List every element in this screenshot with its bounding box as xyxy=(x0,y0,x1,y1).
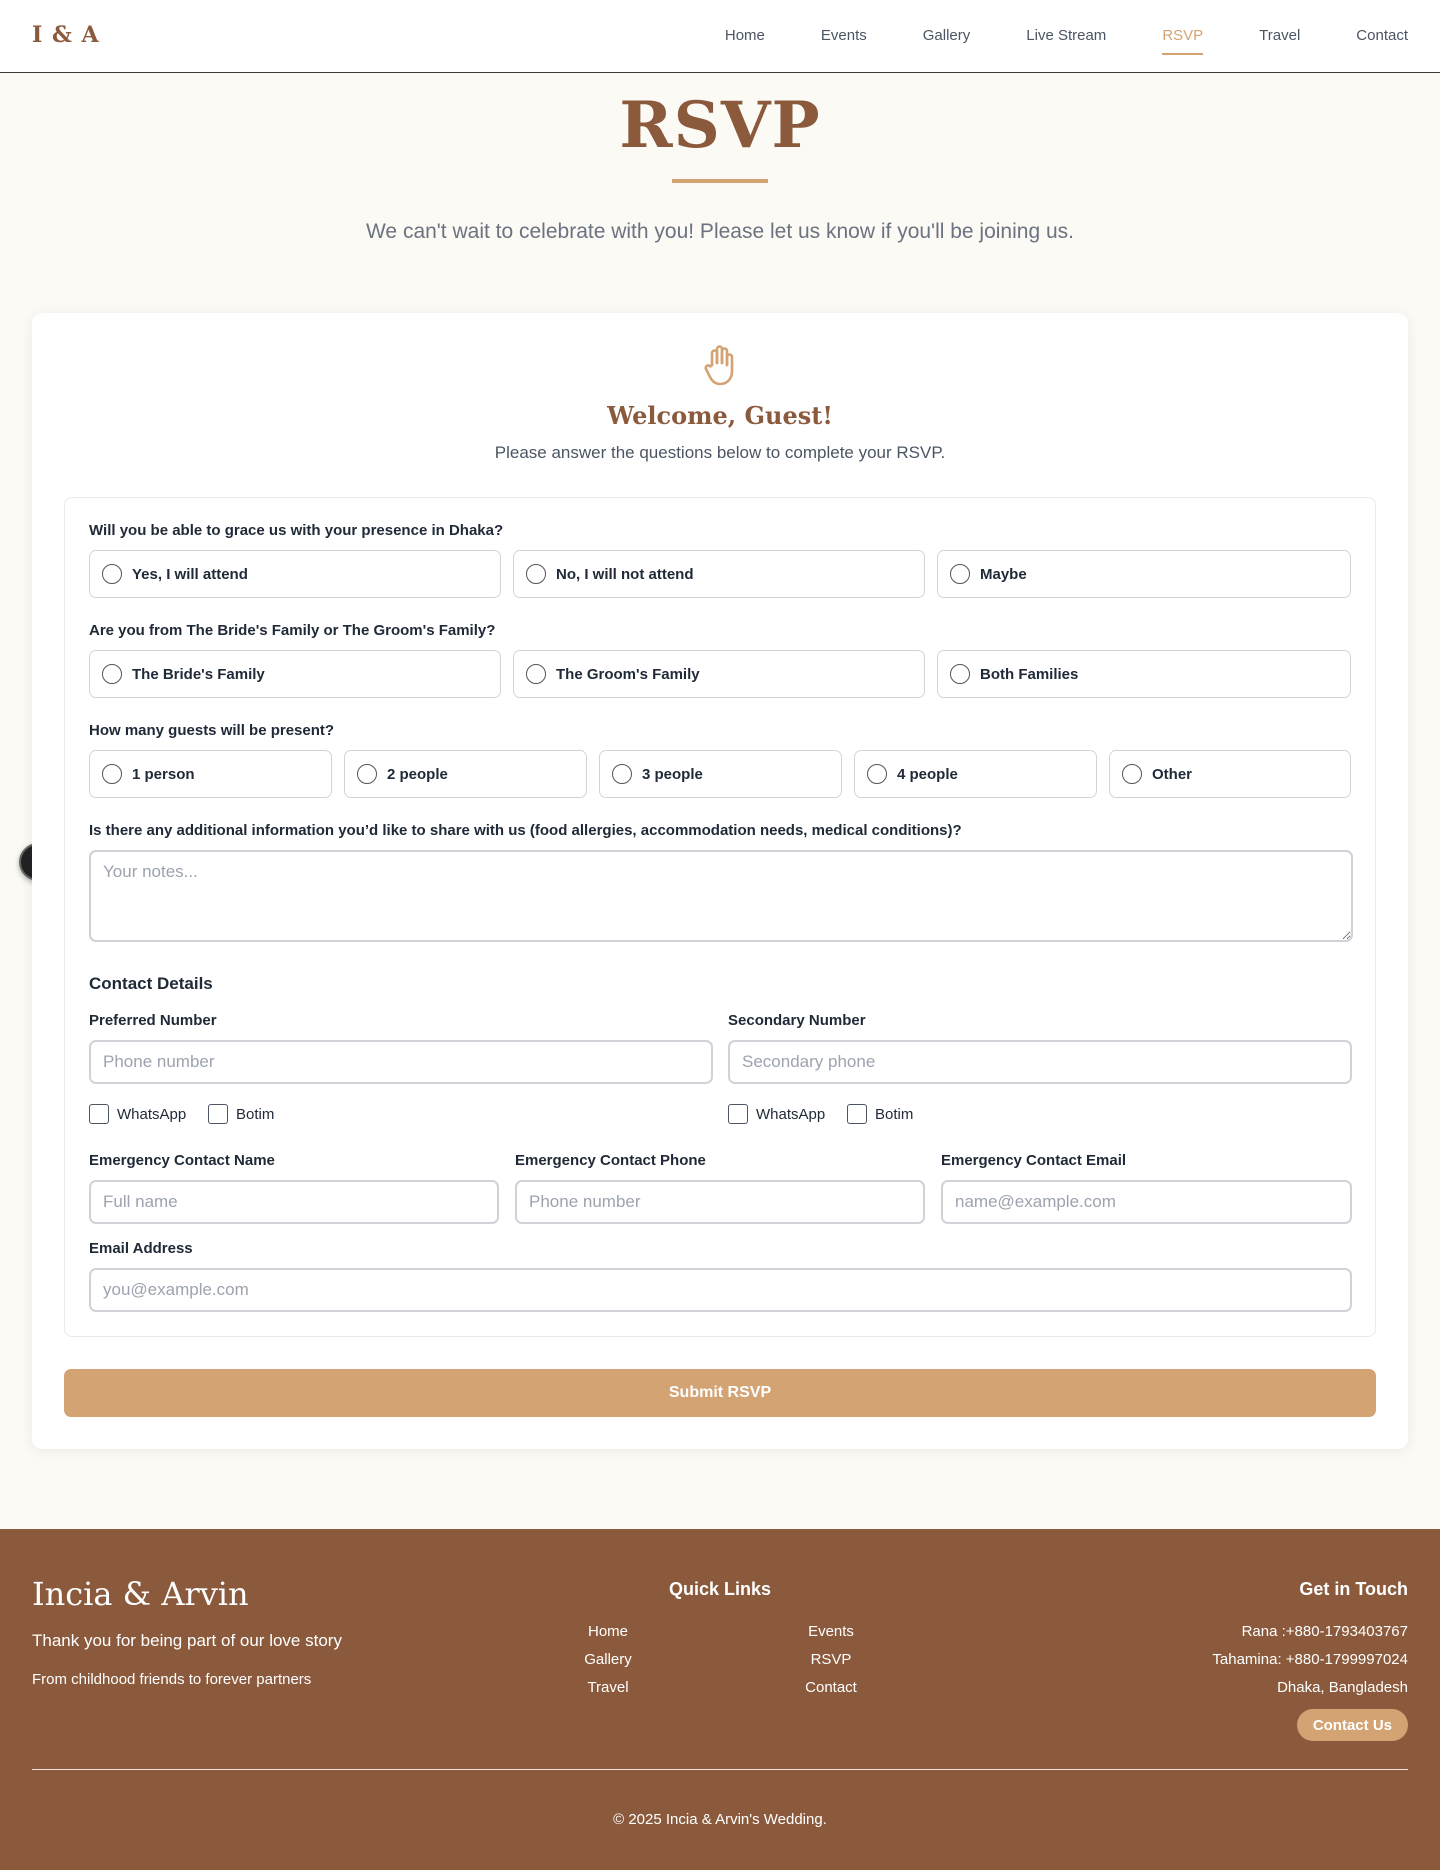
footer-link-events[interactable]: Events xyxy=(771,1623,891,1640)
option-label: 3 people xyxy=(642,765,703,783)
attend-option-no[interactable]: No, I will not attend xyxy=(513,550,925,598)
main-nav: Home Events Gallery Live Stream RSVP Tra… xyxy=(669,0,1408,72)
checkbox-label: WhatsApp xyxy=(756,1105,826,1123)
copyright-text: © 2025 Incia & Arvin's Wedding. xyxy=(613,1811,827,1828)
nav-travel[interactable]: Travel xyxy=(1259,0,1300,72)
secondary-whatsapp-checkbox[interactable]: WhatsApp xyxy=(728,1104,825,1124)
nav-gallery[interactable]: Gallery xyxy=(923,0,971,72)
welcome-instructions: Please answer the questions below to com… xyxy=(494,443,946,462)
option-label: No, I will not attend xyxy=(556,565,694,583)
option-label: 4 people xyxy=(897,765,958,783)
option-label: Both Families xyxy=(980,665,1079,683)
rsvp-form: Will you be able to grace us with your p… xyxy=(64,497,1376,1337)
contact-details-heading: Contact Details xyxy=(89,974,213,993)
family-option-groom[interactable]: The Groom's Family xyxy=(513,650,925,698)
option-label: Maybe xyxy=(980,565,1027,583)
site-header: I & A Home Events Gallery Live Stream RS… xyxy=(0,0,1440,73)
notes-textarea[interactable] xyxy=(89,850,1353,942)
footer-tagline-secondary: From childhood friends to forever partne… xyxy=(32,1671,312,1688)
checkbox-box[interactable] xyxy=(728,1104,748,1124)
page-title: RSVP xyxy=(619,88,821,163)
contact-phone-tahamina: Tahamina: +880-1799997024 xyxy=(1212,1651,1408,1668)
attend-question: Will you be able to grace us with your p… xyxy=(89,522,504,539)
secondary-number-label: Secondary Number xyxy=(728,1012,866,1029)
guests-option-2[interactable]: 2 people xyxy=(344,750,587,798)
emergency-name-label: Emergency Contact Name xyxy=(89,1152,275,1169)
option-label: 2 people xyxy=(387,765,448,783)
title-divider xyxy=(672,179,768,183)
family-option-bride[interactable]: The Bride's Family xyxy=(89,650,501,698)
quick-links-heading: Quick Links xyxy=(668,1579,772,1599)
preferred-whatsapp-checkbox[interactable]: WhatsApp xyxy=(89,1104,186,1124)
welcome-heading: Welcome, Guest! xyxy=(607,401,833,430)
contact-us-button[interactable]: Contact Us xyxy=(1296,1709,1408,1741)
attend-option-maybe[interactable]: Maybe xyxy=(937,550,1351,598)
preferred-number-input[interactable] xyxy=(89,1040,713,1084)
site-footer: Incia & Arvin Thank you for being part o… xyxy=(0,1529,1440,1870)
rsvp-card: Welcome, Guest! Please answer the questi… xyxy=(32,313,1408,1449)
contact-location: Dhaka, Bangladesh xyxy=(1277,1679,1408,1696)
nav-live-stream[interactable]: Live Stream xyxy=(1026,0,1106,72)
option-label: The Bride's Family xyxy=(132,665,265,683)
option-label: Other xyxy=(1152,765,1193,783)
radio-circle[interactable] xyxy=(950,564,970,584)
preferred-botim-checkbox[interactable]: Botim xyxy=(208,1104,274,1124)
emergency-phone-label: Emergency Contact Phone xyxy=(515,1152,706,1169)
radio-circle[interactable] xyxy=(526,664,546,684)
option-label: The Groom's Family xyxy=(556,665,700,683)
footer-link-travel[interactable]: Travel xyxy=(548,1679,668,1696)
nav-events[interactable]: Events xyxy=(821,0,867,72)
checkbox-label: WhatsApp xyxy=(117,1105,187,1123)
email-address-input[interactable] xyxy=(89,1268,1352,1312)
emergency-phone-input[interactable] xyxy=(515,1180,925,1224)
nav-contact[interactable]: Contact xyxy=(1356,0,1408,72)
guests-option-3[interactable]: 3 people xyxy=(599,750,842,798)
footer-link-contact[interactable]: Contact xyxy=(771,1679,891,1696)
emergency-name-input[interactable] xyxy=(89,1180,499,1224)
radio-circle[interactable] xyxy=(526,564,546,584)
radio-circle[interactable] xyxy=(102,764,122,784)
radio-circle[interactable] xyxy=(102,664,122,684)
guests-option-other[interactable]: Other xyxy=(1109,750,1351,798)
option-label: 1 person xyxy=(132,765,195,783)
emergency-email-label: Emergency Contact Email xyxy=(941,1152,1127,1169)
get-in-touch-heading: Get in Touch xyxy=(1299,1579,1408,1599)
radio-circle[interactable] xyxy=(1122,764,1142,784)
notes-question: Is there any additional information you’… xyxy=(89,822,962,839)
secondary-botim-checkbox[interactable]: Botim xyxy=(847,1104,913,1124)
footer-link-gallery[interactable]: Gallery xyxy=(548,1651,668,1668)
emergency-email-input[interactable] xyxy=(941,1180,1352,1224)
submit-rsvp-button[interactable]: Submit RSVP xyxy=(64,1369,1376,1417)
footer-tagline: Thank you for being part of our love sto… xyxy=(32,1631,342,1650)
checkbox-label: Botim xyxy=(875,1105,914,1123)
site-logo[interactable]: I & A xyxy=(32,22,100,48)
family-option-both[interactable]: Both Families xyxy=(937,650,1351,698)
radio-circle[interactable] xyxy=(357,764,377,784)
footer-link-home[interactable]: Home xyxy=(548,1623,668,1640)
guests-question: How many guests will be present? xyxy=(89,722,335,739)
checkbox-box[interactable] xyxy=(847,1104,867,1124)
radio-circle[interactable] xyxy=(867,764,887,784)
option-label: Yes, I will attend xyxy=(132,565,248,583)
guests-option-4[interactable]: 4 people xyxy=(854,750,1097,798)
nav-rsvp[interactable]: RSVP xyxy=(1162,0,1203,72)
family-question: Are you from The Bride's Family or The G… xyxy=(89,622,496,639)
page-subtitle: We can't wait to celebrate with you! Ple… xyxy=(365,220,1074,243)
attend-option-yes[interactable]: Yes, I will attend xyxy=(89,550,501,598)
contact-phone-rana: Rana :+880-1793403767 xyxy=(1241,1623,1408,1640)
radio-circle[interactable] xyxy=(950,664,970,684)
radio-circle[interactable] xyxy=(102,564,122,584)
raised-hand-icon xyxy=(704,345,734,386)
secondary-number-input[interactable] xyxy=(728,1040,1352,1084)
footer-divider xyxy=(32,1769,1408,1770)
guests-option-1[interactable]: 1 person xyxy=(89,750,332,798)
preferred-number-label: Preferred Number xyxy=(89,1012,217,1029)
nav-home[interactable]: Home xyxy=(725,0,765,72)
email-address-label: Email Address xyxy=(89,1240,193,1257)
checkbox-box[interactable] xyxy=(208,1104,228,1124)
checkbox-box[interactable] xyxy=(89,1104,109,1124)
footer-link-rsvp[interactable]: RSVP xyxy=(771,1651,891,1668)
checkbox-label: Botim xyxy=(236,1105,275,1123)
radio-circle[interactable] xyxy=(612,764,632,784)
